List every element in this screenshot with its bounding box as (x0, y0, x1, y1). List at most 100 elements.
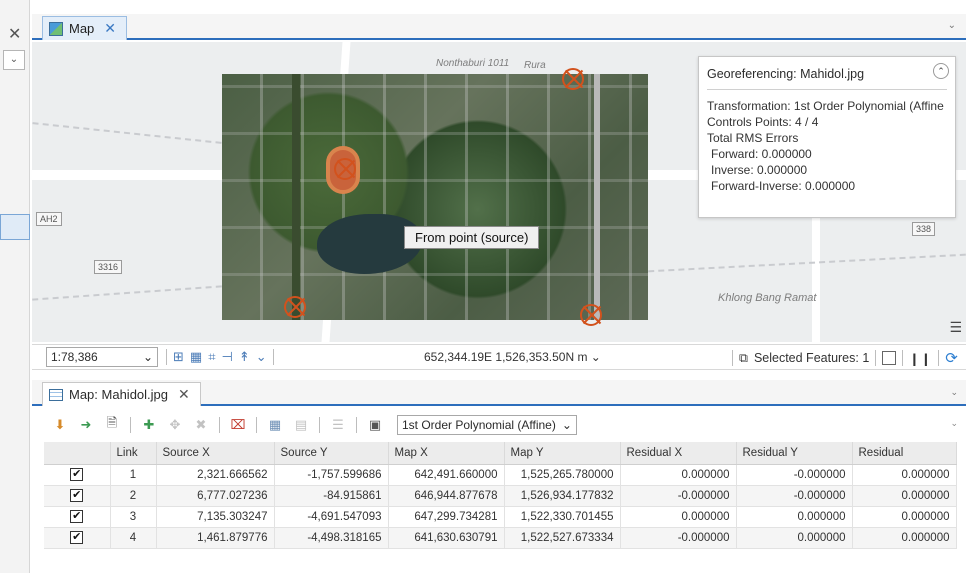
table-grid-icon[interactable]: ▦ (190, 349, 202, 365)
table-row[interactable]: ✔ 2 6,777.027236 -84.915861 646,944.8776… (44, 485, 957, 507)
cell-link: 1 (110, 464, 157, 486)
left-side-panel: ✕ ⌄ (0, 0, 30, 573)
table-options-icon[interactable]: ☰ (330, 417, 346, 433)
pause-icon[interactable]: ❙❙ (909, 351, 932, 366)
georeferenced-image[interactable] (222, 74, 648, 326)
table-row[interactable]: ✔ 4 1,461.879776 -4,498.318165 641,630.6… (44, 527, 957, 549)
scale-selector[interactable]: 1:78,386 ⌄ (46, 347, 158, 367)
control-point-marker[interactable] (562, 68, 584, 90)
table-toggle-icon[interactable]: ☰ (949, 319, 962, 336)
cell-source-y[interactable]: -4,498.318165 (274, 527, 389, 549)
cell-source-y[interactable]: -84.915861 (274, 485, 389, 507)
column-header[interactable] (44, 442, 111, 465)
route-shield: AH2 (36, 212, 62, 226)
cell-map-y[interactable]: 1,526,934.177832 (504, 485, 621, 507)
coordinate-readout[interactable]: 652,344.19E 1,526,353.50N m ⌄ (424, 350, 601, 364)
cell-map-x[interactable]: 641,630.630791 (388, 527, 505, 549)
cell-source-y[interactable]: -4,691.547093 (274, 506, 389, 528)
save-icon[interactable]: 🗎 (104, 415, 120, 433)
cell-source-y[interactable]: -1,757.599686 (274, 464, 389, 486)
panel-dropdown-button[interactable]: ⌄ (3, 50, 25, 70)
table-row[interactable]: ✔ 3 7,135.303247 -4,691.547093 647,299.7… (44, 506, 957, 528)
cell-map-x[interactable]: 646,944.877678 (388, 485, 505, 507)
control-point-marker[interactable] (334, 158, 356, 180)
link-checkbox[interactable]: ✔ (70, 489, 84, 502)
cell-residual: 0.000000 (852, 464, 957, 486)
coordinate-value: 652,344.19E 1,526,353.50N m (424, 350, 588, 364)
cell-source-x[interactable]: 1,461.879776 (156, 527, 275, 549)
transformation-select[interactable]: 1st Order Polynomial (Affine) ⌄ (397, 415, 577, 435)
chevron-down-icon[interactable]: ⌄ (950, 387, 958, 398)
clear-selection-icon[interactable] (882, 351, 897, 365)
cell-map-x[interactable]: 647,299.734281 (388, 506, 505, 528)
control-point-marker[interactable] (284, 296, 306, 318)
import-points-icon[interactable]: ⬇ (52, 417, 68, 433)
table-tab-strip: Map: Mahidol.jpg ✕ ⌄ (32, 380, 966, 406)
cell-residual-y: -0.000000 (736, 485, 853, 507)
selection-icon[interactable]: ⧉ (739, 351, 748, 366)
cell-link: 2 (110, 485, 157, 507)
refresh-icon[interactable]: ⟳ (945, 349, 958, 367)
snapping-icon[interactable]: ⌗ (208, 349, 215, 365)
selected-panel-item[interactable] (0, 214, 30, 240)
cell-map-y[interactable]: 1,522,527.673334 (504, 527, 621, 549)
export-points-icon[interactable]: ➜ (78, 417, 94, 433)
close-tab-icon[interactable]: ✕ (178, 386, 190, 403)
table-row[interactable]: ✔ 1 2,321.666562 -1,757.599686 642,491.6… (44, 464, 957, 486)
tab-map[interactable]: Map ✕ (42, 16, 128, 40)
column-header[interactable]: Link (110, 442, 157, 465)
cell-source-x[interactable]: 2,321.666562 (156, 464, 275, 486)
tab-control-points-table[interactable]: Map: Mahidol.jpg ✕ (42, 382, 201, 406)
cell-source-x[interactable]: 7,135.303247 (156, 506, 275, 528)
link-checkbox[interactable]: ✔ (70, 531, 84, 544)
close-icon[interactable]: ✕ (8, 24, 21, 44)
cell-source-x[interactable]: 6,777.027236 (156, 485, 275, 507)
column-header[interactable]: Residual Y (736, 442, 853, 465)
column-header[interactable]: Source X (156, 442, 275, 465)
north-arrow-icon[interactable]: ↟ (239, 349, 250, 365)
map-label-road: Nonthaburi 1011 (436, 58, 510, 69)
close-tab-icon[interactable]: ✕ (104, 20, 116, 37)
column-header[interactable]: Residual (852, 442, 957, 465)
cell-residual: 0.000000 (852, 527, 957, 549)
control-point-marker[interactable] (580, 304, 602, 326)
divider (219, 417, 220, 433)
column-header[interactable]: Map Y (504, 442, 621, 465)
cell-link: 3 (110, 506, 157, 528)
divider (166, 349, 167, 365)
georef-title: Georeferencing: Mahidol.jpg (707, 67, 865, 81)
delete-all-points-icon[interactable]: ⌧ (230, 417, 246, 433)
georef-forward: Forward: 0.000000 (711, 147, 812, 161)
column-header[interactable]: Residual X (620, 442, 737, 465)
add-point-icon[interactable]: ✚ (141, 417, 157, 433)
column-header[interactable]: Source Y (274, 442, 389, 465)
divider (707, 89, 947, 90)
residual-icon[interactable]: ▤ (293, 417, 309, 433)
map-view[interactable]: Nonthaburi 1011 Rura AH2 3316 338 Khlong… (32, 42, 966, 342)
delete-point-icon[interactable]: ✖ (193, 417, 209, 433)
link-checkbox[interactable]: ✔ (70, 468, 84, 481)
chevron-down-icon[interactable]: ⌄ (950, 418, 958, 429)
chevron-down-icon[interactable]: ⌄ (256, 349, 267, 365)
chevron-down-icon[interactable]: ⌄ (948, 20, 956, 31)
grid-icon[interactable]: ⊞ (173, 349, 184, 365)
row-checkbox-cell: ✔ (44, 485, 111, 507)
selected-features-label[interactable]: Selected Features: 1 (754, 351, 869, 365)
divider (319, 417, 320, 433)
move-point-icon[interactable]: ✥ (167, 417, 183, 433)
cell-residual-x: 0.000000 (620, 464, 737, 486)
tab-map-label: Map (69, 21, 95, 36)
cell-residual-x: 0.000000 (620, 506, 737, 528)
cell-map-y[interactable]: 1,525,265.780000 (504, 464, 621, 486)
cell-map-y[interactable]: 1,522,330.701455 (504, 506, 621, 528)
cell-map-x[interactable]: 642,491.660000 (388, 464, 505, 486)
auto-adjust-icon[interactable]: ▦ (267, 417, 283, 433)
cell-residual-y: 0.000000 (736, 506, 853, 528)
column-header[interactable]: Map X (388, 442, 505, 465)
collapse-icon[interactable]: ⌃ (933, 63, 949, 79)
measure-icon[interactable]: ⊣ (222, 349, 233, 365)
basemap-road-line (648, 253, 966, 273)
link-checkbox[interactable]: ✔ (70, 510, 84, 523)
selected-features-area: ⧉ Selected Features: 1 ❙❙ ⟳ (732, 349, 958, 367)
basemap-road-line (32, 122, 222, 144)
